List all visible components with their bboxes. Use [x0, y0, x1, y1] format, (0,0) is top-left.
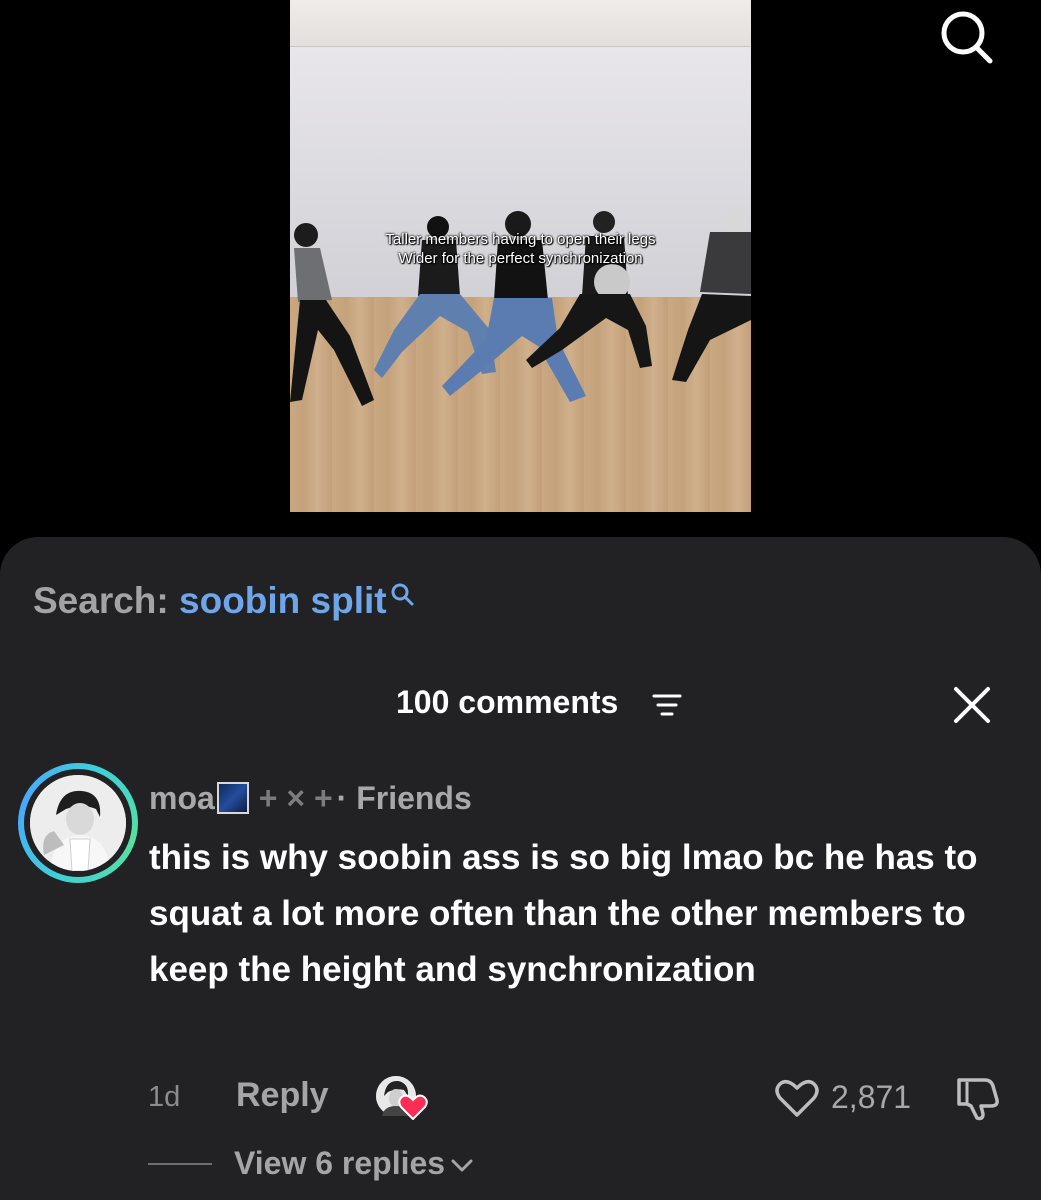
search-icon[interactable] — [936, 8, 998, 64]
close-icon[interactable] — [952, 685, 992, 725]
username-emoji-icon — [216, 782, 249, 814]
avatar-photo — [30, 775, 126, 871]
video-player[interactable]: Taller members having to open their legs… — [290, 0, 751, 512]
comment-username[interactable]: moa — [149, 780, 215, 817]
comments-count-header: 100 comments — [396, 684, 619, 720]
dislike-icon[interactable] — [955, 1074, 999, 1122]
comment-time: 1d — [148, 1081, 181, 1113]
friend-label: · Friends — [336, 779, 472, 816]
commenter-avatar[interactable] — [18, 763, 138, 883]
search-suggestion-label: Search: — [33, 580, 169, 621]
username-decoration: + × + — [258, 779, 333, 816]
creator-heart-icon — [398, 1094, 428, 1120]
avatar-illustration — [30, 775, 126, 871]
screen: Taller members having to open their legs… — [0, 0, 1041, 1200]
like-count: 2,871 — [831, 1079, 912, 1115]
sort-icon[interactable] — [652, 693, 682, 717]
avatar-border — [24, 769, 132, 877]
video-caption-line-1: Taller members having to open their legs — [385, 231, 656, 248]
search-suggestion-query[interactable]: soobin split — [179, 580, 387, 621]
search-suggestion[interactable]: Search: soobin split — [33, 580, 415, 622]
replies-divider — [148, 1163, 212, 1165]
chevron-down-icon — [451, 1159, 473, 1172]
view-replies-label: View 6 replies — [234, 1145, 446, 1181]
comment-text: this is why soobin ass is so big lmao bc… — [149, 838, 978, 989]
video-caption: Taller members having to open their legs… — [290, 230, 751, 268]
comment-author-row: moa + × + · Friends — [149, 778, 472, 818]
heart-icon[interactable] — [774, 1077, 820, 1119]
video-caption-line-2: Wider for the perfect synchronization — [398, 250, 643, 267]
view-replies-button[interactable]: View 6 replies — [234, 1145, 473, 1182]
search-query-icon — [391, 583, 414, 606]
reply-button[interactable]: Reply — [236, 1076, 329, 1115]
